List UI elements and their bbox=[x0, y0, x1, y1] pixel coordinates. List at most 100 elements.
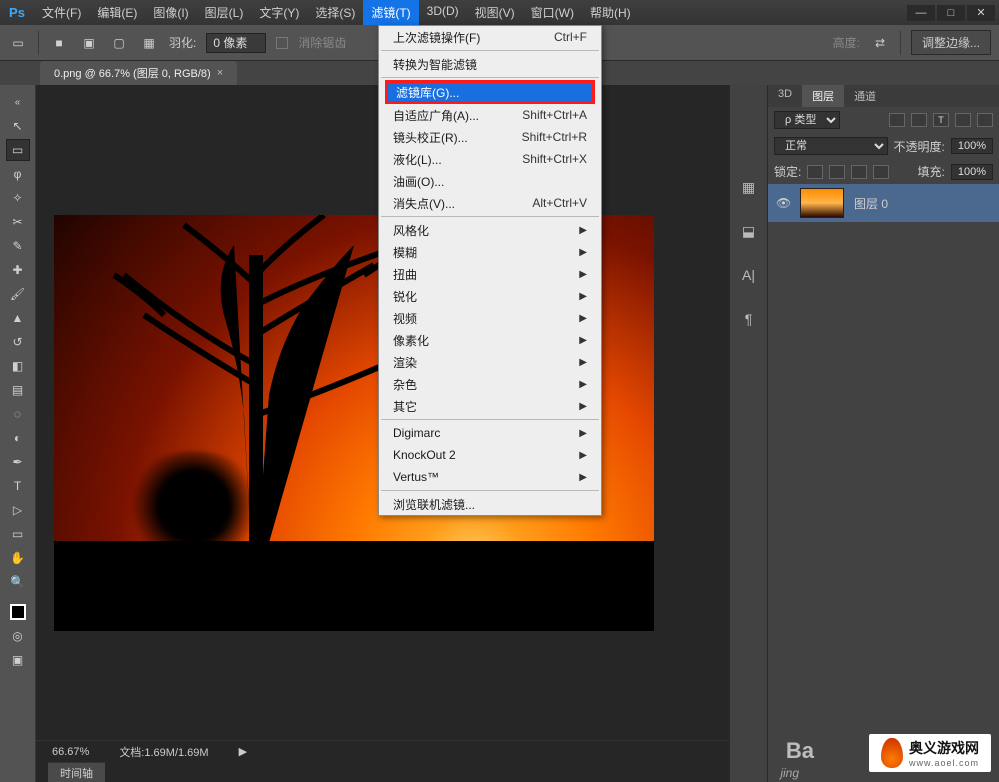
flame-icon bbox=[881, 738, 903, 768]
menu-layer[interactable]: 图层(L) bbox=[197, 0, 252, 25]
menu-view[interactable]: 视图(V) bbox=[467, 0, 523, 25]
healing-tool-icon[interactable]: ✚ bbox=[6, 259, 30, 281]
visibility-eye-icon[interactable]: 👁 bbox=[776, 196, 790, 210]
swap-icon[interactable]: ⇄ bbox=[870, 33, 890, 53]
dd-vanishing-point[interactable]: 消失点(V)...Alt+Ctrl+V bbox=[379, 192, 601, 214]
tab-3d[interactable]: 3D bbox=[768, 85, 802, 107]
dodge-tool-icon[interactable]: ◐ bbox=[6, 427, 30, 449]
dd-vertus[interactable]: Vertus™▶ bbox=[379, 466, 601, 488]
dd-convert-smart[interactable]: 转换为智能滤镜 bbox=[379, 53, 601, 75]
tab-layers[interactable]: 图层 bbox=[802, 85, 844, 107]
filter-type-icon[interactable]: T bbox=[933, 113, 949, 127]
opacity-value[interactable]: 100% bbox=[951, 138, 993, 154]
lock-position-icon[interactable] bbox=[851, 165, 867, 179]
dd-digimarc[interactable]: Digimarc▶ bbox=[379, 422, 601, 444]
quick-mask-icon[interactable]: ◎ bbox=[6, 625, 30, 647]
dd-browse-online[interactable]: 浏览联机滤镜... bbox=[379, 493, 601, 515]
hand-tool-icon[interactable]: ✋ bbox=[6, 547, 30, 569]
lasso-tool-icon[interactable]: φ bbox=[6, 163, 30, 185]
history-brush-tool-icon[interactable]: ↺ bbox=[6, 331, 30, 353]
dd-lens-correction[interactable]: 镜头校正(R)...Shift+Ctrl+R bbox=[379, 126, 601, 148]
gradient-tool-icon[interactable]: ▤ bbox=[6, 379, 30, 401]
marquee-tool-icon[interactable]: ▭ bbox=[8, 33, 28, 53]
dd-sharpen[interactable]: 锐化▶ bbox=[379, 285, 601, 307]
dd-distort[interactable]: 扭曲▶ bbox=[379, 263, 601, 285]
tab-channels[interactable]: 通道 bbox=[844, 85, 886, 107]
antialias-checkbox[interactable] bbox=[276, 37, 288, 49]
layer-row[interactable]: 👁 图层 0 bbox=[768, 184, 999, 222]
shape-tool-icon[interactable]: ▭ bbox=[6, 523, 30, 545]
menu-file[interactable]: 文件(F) bbox=[34, 0, 89, 25]
adjustments-panel-icon[interactable]: ⬓ bbox=[737, 219, 761, 243]
menu-edit[interactable]: 编辑(E) bbox=[89, 0, 145, 25]
timeline-tab[interactable]: 时间轴 bbox=[48, 762, 105, 782]
dd-stylize[interactable]: 风格化▶ bbox=[379, 219, 601, 241]
lock-all-icon[interactable] bbox=[873, 165, 889, 179]
pen-tool-icon[interactable]: ✒ bbox=[6, 451, 30, 473]
doc-size[interactable]: 文档:1.69M/1.69M bbox=[119, 744, 208, 760]
close-button[interactable]: ✕ bbox=[967, 5, 995, 21]
maximize-button[interactable]: □ bbox=[937, 5, 965, 21]
layer-thumbnail[interactable] bbox=[800, 188, 844, 218]
minimize-button[interactable]: — bbox=[907, 5, 935, 21]
lock-transparency-icon[interactable] bbox=[807, 165, 823, 179]
status-arrow-icon[interactable]: ▶ bbox=[239, 745, 247, 758]
filter-pixel-icon[interactable] bbox=[889, 113, 905, 127]
zoom-level[interactable]: 66.67% bbox=[52, 746, 89, 758]
menu-3d[interactable]: 3D(D) bbox=[419, 0, 467, 25]
dd-other[interactable]: 其它▶ bbox=[379, 395, 601, 417]
dd-video[interactable]: 视频▶ bbox=[379, 307, 601, 329]
dd-filter-gallery[interactable]: 滤镜库(G)... bbox=[385, 80, 595, 104]
selection-add-icon[interactable]: ▣ bbox=[79, 33, 99, 53]
fill-value[interactable]: 100% bbox=[951, 164, 993, 180]
zoom-tool-icon[interactable]: 🔍 bbox=[6, 571, 30, 593]
brush-tool-icon[interactable]: 🖌 bbox=[6, 283, 30, 305]
path-select-tool-icon[interactable]: ▷ bbox=[6, 499, 30, 521]
menu-type[interactable]: 文字(Y) bbox=[251, 0, 307, 25]
refine-edge-button[interactable]: 调整边缘... bbox=[911, 30, 991, 55]
eyedropper-tool-icon[interactable]: ✎ bbox=[6, 235, 30, 257]
magic-wand-tool-icon[interactable]: ✧ bbox=[6, 187, 30, 209]
filter-smart-icon[interactable] bbox=[977, 113, 993, 127]
stamp-tool-icon[interactable]: ▲ bbox=[6, 307, 30, 329]
feather-input[interactable] bbox=[206, 33, 266, 53]
blur-tool-icon[interactable]: ◌ bbox=[6, 403, 30, 425]
dd-liquify[interactable]: 液化(L)...Shift+Ctrl+X bbox=[379, 148, 601, 170]
histogram-panel-icon[interactable]: ▦ bbox=[737, 175, 761, 199]
selection-new-icon[interactable]: ■ bbox=[49, 33, 69, 53]
selection-intersect-icon[interactable]: ▦ bbox=[139, 33, 159, 53]
document-tab[interactable]: 0.png @ 66.7% (图层 0, RGB/8) × bbox=[40, 61, 237, 85]
dd-noise[interactable]: 杂色▶ bbox=[379, 373, 601, 395]
menu-filter[interactable]: 滤镜(T) bbox=[363, 0, 418, 25]
marquee-tool[interactable]: ▭ bbox=[6, 139, 30, 161]
dd-knockout[interactable]: KnockOut 2▶ bbox=[379, 444, 601, 466]
lock-image-icon[interactable] bbox=[829, 165, 845, 179]
move-tool-icon[interactable]: ↖ bbox=[6, 115, 30, 137]
menu-help[interactable]: 帮助(H) bbox=[582, 0, 639, 25]
dd-render[interactable]: 渲染▶ bbox=[379, 351, 601, 373]
filter-shape-icon[interactable] bbox=[955, 113, 971, 127]
dd-pixelate[interactable]: 像素化▶ bbox=[379, 329, 601, 351]
menu-image[interactable]: 图像(I) bbox=[145, 0, 196, 25]
type-tool-icon[interactable]: T bbox=[6, 475, 30, 497]
menu-select[interactable]: 选择(S) bbox=[307, 0, 363, 25]
crop-tool-icon[interactable]: ✂ bbox=[6, 211, 30, 233]
layer-kind-select[interactable]: ρ 类型 bbox=[774, 111, 840, 129]
filter-adjust-icon[interactable] bbox=[911, 113, 927, 127]
lock-label: 锁定: bbox=[774, 163, 801, 180]
layer-name[interactable]: 图层 0 bbox=[854, 195, 888, 212]
dd-blur[interactable]: 模糊▶ bbox=[379, 241, 601, 263]
eraser-tool-icon[interactable]: ◧ bbox=[6, 355, 30, 377]
blend-mode-select[interactable]: 正常 bbox=[774, 137, 888, 155]
collapse-tools-icon[interactable]: « bbox=[6, 91, 30, 113]
dd-adaptive-wide[interactable]: 自适应广角(A)...Shift+Ctrl+A bbox=[379, 104, 601, 126]
dd-last-filter[interactable]: 上次滤镜操作(F)Ctrl+F bbox=[379, 26, 601, 48]
screen-mode-icon[interactable]: ▣ bbox=[6, 649, 30, 671]
dd-oil-paint[interactable]: 油画(O)... bbox=[379, 170, 601, 192]
close-tab-icon[interactable]: × bbox=[217, 67, 223, 79]
selection-sub-icon[interactable]: ▢ bbox=[109, 33, 129, 53]
menu-window[interactable]: 窗口(W) bbox=[523, 0, 582, 25]
character-panel-icon[interactable]: A| bbox=[737, 263, 761, 287]
paragraph-panel-icon[interactable]: ¶ bbox=[737, 307, 761, 331]
color-swatch[interactable] bbox=[6, 601, 30, 623]
